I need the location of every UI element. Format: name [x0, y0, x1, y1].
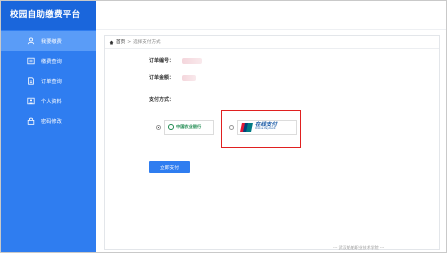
sidebar-item-profile[interactable]: 个人资料 — [1, 91, 96, 111]
sidebar-item-label: 密码修改 — [41, 118, 62, 125]
abc-bank-logo[interactable]: 中国农业银行 — [164, 119, 214, 135]
payment-radio-abc[interactable] — [156, 124, 161, 130]
order-amount-row: 订单金额： — [149, 74, 197, 81]
sidebar-item-label: 我要缴费 — [41, 38, 62, 45]
sidebar-item-order-query[interactable]: 订单查询 — [1, 71, 96, 91]
order-number-label: 订单编号： — [149, 58, 175, 64]
app-title: 校园自助缴费平台 — [1, 1, 96, 30]
breadcrumb-current: 选择支付方式 — [133, 40, 161, 45]
order-icon — [26, 77, 35, 86]
breadcrumb-home[interactable]: 首页 — [109, 39, 125, 45]
user-icon — [26, 37, 35, 46]
sidebar-nav: 我要缴费 缴费查询 订单查询 个人资料 密码修改 — [1, 30, 96, 131]
home-icon — [109, 40, 114, 44]
profile-icon — [26, 97, 35, 106]
sidebar-item-label: 缴费查询 — [41, 58, 62, 65]
sidebar-item-password[interactable]: 密码修改 — [1, 111, 96, 131]
abc-bank-mark-icon — [168, 124, 174, 130]
sidebar-item-pay-query[interactable]: 缴费查询 — [1, 51, 96, 71]
footer-text: --- 武汉船舶职业技术学院 --- — [333, 245, 385, 250]
abc-bank-name: 中国农业银行 — [176, 124, 202, 129]
pay-now-button[interactable]: 立即支付 — [149, 161, 190, 173]
lock-icon — [26, 117, 35, 126]
order-number-row: 订单编号： — [149, 57, 203, 64]
breadcrumb-separator: > — [127, 39, 132, 45]
order-amount-label: 订单金额： — [149, 75, 175, 81]
sidebar: 校园自助缴费平台 我要缴费 缴费查询 订单查询 个人资料 密码修改 — [1, 1, 96, 252]
selection-highlight-box — [221, 110, 301, 148]
sidebar-item-label: 订单查询 — [41, 78, 62, 85]
payment-method-row: 支付方式： — [149, 96, 174, 103]
pay-query-icon — [26, 57, 35, 66]
payment-option-abc[interactable]: 中国农业银行 — [156, 117, 214, 137]
payment-method-label: 支付方式： — [149, 97, 175, 103]
sidebar-item-label: 个人资料 — [41, 98, 62, 105]
breadcrumb: 首页 > 选择支付方式 — [105, 36, 439, 49]
sidebar-item-pay[interactable]: 我要缴费 — [1, 31, 96, 51]
top-bar — [96, 1, 446, 30]
order-number-value-redacted — [182, 57, 203, 64]
order-amount-value-redacted — [182, 74, 197, 81]
